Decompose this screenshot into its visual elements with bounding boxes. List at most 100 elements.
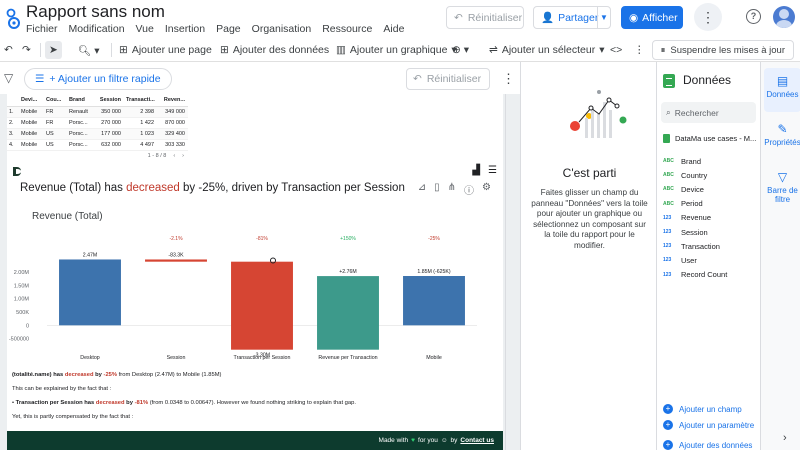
share-dropdown-caret-icon[interactable]: ▼ xyxy=(597,7,610,28)
add-control-button[interactable]: ⇌ Ajouter un sélecteur ▾ xyxy=(489,41,604,59)
waterfall-bar xyxy=(317,276,379,350)
more-options-icon[interactable]: ⋮ xyxy=(502,71,515,87)
table-cell: 870 000 xyxy=(165,120,185,126)
table-cell: 1. xyxy=(9,109,14,115)
waterfall-component[interactable]: ▟ ☰ Revenue (Total) has decreased by -25… xyxy=(7,162,503,450)
field-item[interactable]: ABC Period xyxy=(663,197,727,211)
menu-view[interactable]: Vue xyxy=(136,23,154,35)
avatar[interactable] xyxy=(773,6,795,28)
data-search-input[interactable]: ⌕ Rechercher xyxy=(661,102,756,123)
add-page-button[interactable]: ⊞ Ajouter une page xyxy=(119,41,212,59)
field-item[interactable]: 123 Transaction xyxy=(663,239,727,253)
field-item[interactable]: 123 Record Count xyxy=(663,268,727,282)
field-type-icon: 123 xyxy=(663,229,672,236)
menu-insert[interactable]: Insertion xyxy=(165,23,205,35)
undo-icon[interactable]: ↶ xyxy=(4,41,13,59)
doc-title[interactable]: Rapport sans nom xyxy=(26,2,165,22)
table-row[interactable]: 2. Mobile FR Porsc... 270 000 1 422 870 000 xyxy=(7,118,188,129)
field-name: Period xyxy=(681,199,703,209)
chart-type-icon[interactable]: ▟ xyxy=(472,165,480,176)
plus-icon: + xyxy=(663,404,673,414)
contact-us-link[interactable]: Contact us xyxy=(460,437,494,444)
table-cell: 4. xyxy=(9,142,14,148)
add-parameter-button[interactable]: + Ajouter un paramètre xyxy=(663,420,754,430)
category-label: Transaction per Session xyxy=(234,355,291,361)
table-row[interactable]: 4. Mobile US Porsc... 632 000 4 497 303 330 xyxy=(7,140,188,151)
table-cell: FR xyxy=(46,109,54,115)
field-type-icon: 123 xyxy=(663,243,672,250)
view-button[interactable]: ◉ Afficher xyxy=(621,6,683,29)
menu-help[interactable]: Aide xyxy=(383,23,404,35)
chevron-right-icon[interactable]: › xyxy=(182,153,184,159)
tab-filter-bar[interactable]: ▽ Barre de filtre xyxy=(764,164,800,216)
chevron-right-icon[interactable]: › xyxy=(783,432,787,444)
reset-button[interactable]: ↶ Réinitialiser xyxy=(446,6,524,29)
table-cell: Porsc... xyxy=(69,142,88,148)
field-type-icon: ABC xyxy=(663,186,674,193)
plus-icon: + xyxy=(663,420,673,430)
filter-icon[interactable]: ▽ xyxy=(4,71,13,85)
waterfall-bar xyxy=(59,259,121,326)
tab-properties[interactable]: ✎ Propriétés xyxy=(764,116,800,160)
add-component-button[interactable]: ⊕ ▾ xyxy=(452,41,469,59)
add-quick-filter-button[interactable]: ☰ + Ajouter un filtre rapide xyxy=(24,68,172,90)
help-icon[interactable]: ? xyxy=(746,9,761,24)
y-tick-label: 2.00M xyxy=(14,270,30,276)
field-item[interactable]: ABC Device xyxy=(663,182,727,196)
more-options-icon[interactable]: ⋮ xyxy=(694,3,722,31)
narrative-line-1: (totalité.name) has decreased by -25% fr… xyxy=(12,372,222,378)
add-data-button[interactable]: ⊞ Ajouter des données xyxy=(220,41,329,59)
waterfall-bar xyxy=(403,276,465,326)
canvas-scrollbar[interactable] xyxy=(505,94,520,450)
add-data-button[interactable]: + Ajouter des données xyxy=(663,440,752,450)
menu-page[interactable]: Page xyxy=(216,23,241,35)
narrative-line-4: Yet, this is partly compensated by the f… xyxy=(12,414,134,420)
table-row[interactable]: 3. Mobile US Porsc... 177 000 1 023 329 400 xyxy=(7,129,188,140)
toolbar: ↶ ↷ ➤ 🔍︎ ▾ ⊞ Ajouter une page ⊞ Ajouter … xyxy=(0,38,800,62)
table-cell: Porsc... xyxy=(69,120,88,126)
reset-filter-button[interactable]: ↶ Réinitialiser xyxy=(406,68,490,90)
chart-illustration-icon xyxy=(570,90,627,138)
field-item[interactable]: ABC Country xyxy=(663,168,727,182)
field-name: Device xyxy=(681,184,704,194)
add-field-button[interactable]: + Ajouter un champ xyxy=(663,404,742,414)
category-label: Revenue per Transaction xyxy=(318,355,377,361)
data-source-item[interactable]: DataMa use cases - M... xyxy=(663,134,756,143)
table-view-icon[interactable]: ⊿ xyxy=(418,182,426,197)
field-name: Transaction xyxy=(681,241,720,251)
tree-view-icon[interactable]: ⋔ xyxy=(448,182,456,197)
tab-data[interactable]: ▤ Données xyxy=(764,68,800,112)
undo-arrow-icon: ↶ xyxy=(454,11,463,24)
gear-icon[interactable]: ⚙ xyxy=(482,182,491,197)
field-item[interactable]: ABC Brand xyxy=(663,154,727,168)
field-type-icon: ABC xyxy=(663,158,674,165)
filter-icon: ▽ xyxy=(777,170,788,184)
suspend-updates-button[interactable]: ⏸ Suspendre les mises à jour xyxy=(651,40,794,60)
menu-file[interactable]: Fichier xyxy=(26,23,58,35)
select-tool-icon[interactable]: ➤ xyxy=(45,41,62,59)
settings-lines-icon[interactable]: ☰ xyxy=(488,165,497,176)
menu-resource[interactable]: Ressource xyxy=(322,23,372,35)
field-item[interactable]: 123 Session xyxy=(663,225,727,239)
mini-data-table[interactable]: Devi... Cou... Brand Session Transacti..… xyxy=(7,94,188,160)
bar-view-icon[interactable]: ▯ xyxy=(434,182,440,197)
y-tick-label: 1.00M xyxy=(14,297,30,303)
zoom-icon[interactable]: 🔍︎ ▾ xyxy=(78,41,100,59)
code-icon[interactable]: <> xyxy=(610,41,622,59)
right-panel-tabs: ▤ Données ✎ Propriétés ▽ Barre de filtre… xyxy=(760,62,800,450)
table-cell: 303 330 xyxy=(165,142,185,148)
pencil-icon[interactable]: ✎ xyxy=(488,151,495,160)
add-chart-button[interactable]: ▥ Ajouter un graphique ▾ xyxy=(336,41,457,59)
redo-icon[interactable]: ↷ xyxy=(22,41,31,59)
menu-arrange[interactable]: Organisation xyxy=(252,23,312,35)
field-item[interactable]: 123 User xyxy=(663,253,727,267)
help-icon[interactable]: ⓘ xyxy=(464,182,474,197)
table-cell: 3. xyxy=(9,131,14,137)
table-row[interactable]: 1. Mobile FR Renault 350 000 2 398 349 000 xyxy=(7,107,188,118)
menu-edit[interactable]: Modification xyxy=(69,23,125,35)
chevron-left-icon[interactable]: ‹ xyxy=(173,153,175,159)
report-page[interactable]: Devi... Cou... Brand Session Transacti..… xyxy=(7,94,503,450)
more-toolbar-icon[interactable]: ⋮ xyxy=(634,41,645,59)
field-item[interactable]: 123 Revenue xyxy=(663,211,727,225)
share-button[interactable]: 👤 Partager ▼ xyxy=(533,6,611,29)
